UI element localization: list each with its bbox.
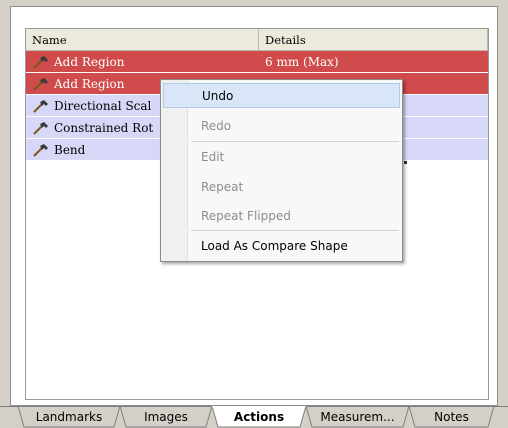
hammer-icon: [33, 143, 48, 157]
row-marker-dot: [404, 161, 407, 164]
menu-item-redo[interactable]: Redo: [163, 113, 400, 138]
tab-strip: Landmarks Images Actions Measurem... Not…: [0, 406, 508, 428]
hammer-icon: [33, 55, 48, 69]
menu-item-undo[interactable]: Undo: [163, 83, 400, 108]
table-row[interactable]: Add Region 6 mm (Max): [26, 51, 488, 73]
row-details-cell: 6 mm (Max): [265, 54, 339, 69]
menu-item-repeat-flipped[interactable]: Repeat Flipped: [163, 203, 400, 228]
menu-item-edit[interactable]: Edit: [163, 144, 400, 169]
column-header-details[interactable]: Details: [259, 29, 488, 50]
actions-window: Name Details Add Region 6 mm (Max) Add R…: [0, 0, 508, 428]
tab-actions[interactable]: Actions: [218, 405, 300, 428]
row-name-text: Directional Scal: [54, 98, 152, 113]
menu-separator: [191, 141, 399, 142]
row-name-text: Bend: [54, 142, 86, 157]
hammer-icon: [33, 77, 48, 91]
context-menu: Undo Redo Edit Repeat Repeat Flipped Loa…: [160, 79, 403, 262]
menu-separator: [191, 230, 399, 231]
tab-notes[interactable]: Notes: [415, 406, 488, 428]
menu-item-repeat[interactable]: Repeat: [163, 174, 400, 199]
hammer-icon: [33, 99, 48, 113]
column-header-name[interactable]: Name: [26, 29, 259, 50]
row-name-text: Constrained Rot: [54, 120, 154, 135]
tab-measurements[interactable]: Measurem...: [312, 406, 403, 428]
hammer-icon: [33, 121, 48, 135]
menu-item-load-as-compare-shape[interactable]: Load As Compare Shape: [163, 233, 400, 258]
tab-images[interactable]: Images: [126, 406, 206, 428]
row-name-text: Add Region: [54, 76, 125, 91]
row-name-cell: Add Region: [26, 51, 259, 72]
row-name-text: Add Region: [54, 54, 125, 69]
tab-landmarks[interactable]: Landmarks: [24, 406, 114, 428]
list-header: Name Details: [26, 29, 488, 51]
